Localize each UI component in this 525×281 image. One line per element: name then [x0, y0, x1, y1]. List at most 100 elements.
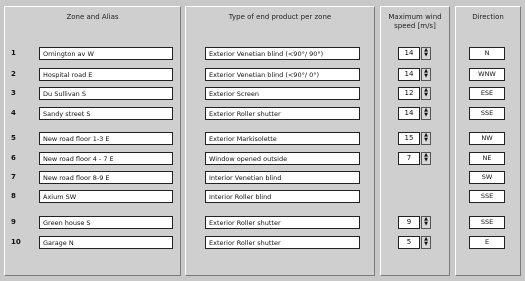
direction-row: SW	[456, 171, 520, 185]
wind-speed-input[interactable]: 14	[398, 68, 420, 81]
up-down-arrows-icon[interactable]: ▲ ▼	[421, 68, 431, 81]
zone-alias-field[interactable]: Green house S	[39, 216, 173, 229]
direction-button[interactable]: SSE	[469, 107, 505, 120]
zone-row: 5 New road floor 1-3 E	[5, 132, 180, 146]
wind-row: 9 ▲ ▼	[381, 216, 449, 230]
zone-row: 10 Garage N	[5, 236, 180, 250]
product-value: Exterior Roller shutter	[209, 110, 281, 118]
product-value: Exterior Screen	[209, 90, 260, 98]
zone-alias-field[interactable]: New road floor 8-9 E	[39, 171, 173, 184]
wind-row: 7 ▲ ▼	[381, 152, 449, 166]
product-value: Exterior Markisolette	[209, 135, 277, 143]
zone-number: 10	[11, 238, 21, 246]
zone-row: 1 Ornington av W	[5, 47, 180, 61]
zone-header: Zone and Alias	[66, 13, 119, 21]
wind-row: 14 ▲ ▼	[381, 47, 449, 61]
zone-alias-field[interactable]: New road floor 4 - 7 E	[39, 152, 173, 165]
direction-row: NE	[456, 152, 520, 166]
zone-alias-field[interactable]: Axium SW	[39, 190, 173, 203]
product-select[interactable]: Exterior Venetian blind (<90°/ 0°) ▼	[205, 68, 360, 81]
direction-row: SSE	[456, 107, 520, 121]
direction-row: SSE	[456, 190, 520, 204]
wind-row: 5 ▲ ▼	[381, 236, 449, 250]
wind-speed-input[interactable]: 14	[398, 47, 420, 60]
product-row: Interior Venetian blind ▼	[186, 171, 374, 185]
product-row: Exterior Roller shutter ▼	[186, 236, 374, 250]
direction-button[interactable]: NE	[469, 152, 505, 165]
direction-row: ESE	[456, 87, 520, 101]
direction-button[interactable]: ESE	[469, 87, 505, 100]
product-row: Exterior Roller shutter ▼	[186, 107, 374, 121]
direction-row: SSE	[456, 216, 520, 230]
direction-button[interactable]: NW	[469, 132, 505, 145]
zone-alias-field[interactable]: Sandy street S	[39, 107, 173, 120]
wind-row: 15 ▲ ▼	[381, 132, 449, 146]
product-select[interactable]: Exterior Markisolette ▼	[205, 132, 360, 145]
up-down-arrows-icon[interactable]: ▲ ▼	[421, 87, 431, 100]
zone-row: 7 New road floor 8-9 E	[5, 171, 180, 185]
product-value: Exterior Roller shutter	[209, 219, 281, 227]
product-select[interactable]: Exterior Roller shutter ▼	[205, 107, 360, 120]
zone-alias-field[interactable]: New road floor 1-3 E	[39, 132, 173, 145]
wind-speed-input[interactable]: 9	[398, 216, 420, 229]
product-select[interactable]: Window opened outside ▼	[205, 152, 360, 165]
up-down-arrows-icon[interactable]: ▲ ▼	[421, 107, 431, 120]
product-header: Type of end product per zone	[228, 13, 332, 21]
zone-alias-field[interactable]: Ornington av W	[39, 47, 173, 60]
product-select[interactable]: Interior Venetian blind ▼	[205, 171, 360, 184]
direction-row: E	[456, 236, 520, 250]
zone-alias-field[interactable]: Du Sullivan S	[39, 87, 173, 100]
zone-row: 3 Du Sullivan S	[5, 87, 180, 101]
direction-button[interactable]: SSE	[469, 216, 505, 229]
zone-alias-field[interactable]: Hospital road E	[39, 68, 173, 81]
wind-speed-input[interactable]: 5	[398, 236, 420, 249]
wind-speed-input[interactable]: 15	[398, 132, 420, 145]
wind-speed-input[interactable]: 12	[398, 87, 420, 100]
up-down-arrows-icon[interactable]: ▲ ▼	[421, 47, 431, 60]
wind-speed-input[interactable]: 14	[398, 107, 420, 120]
zone-alias-field[interactable]: Garage N	[39, 236, 173, 249]
product-value: Interior Roller blind	[209, 193, 272, 201]
direction-button[interactable]: N	[469, 47, 505, 60]
direction-row: N	[456, 47, 520, 61]
zone-number: 9	[11, 218, 16, 226]
zone-row: 2 Hospital road E	[5, 68, 180, 82]
zone-number: 3	[11, 89, 16, 97]
wind-row: 12 ▲ ▼	[381, 87, 449, 101]
product-panel: Type of end product per zone Exterior Ve…	[185, 6, 375, 276]
product-row: Exterior Roller shutter ▼	[186, 216, 374, 230]
zone-row: 4 Sandy street S	[5, 107, 180, 121]
product-select[interactable]: Exterior Roller shutter ▼	[205, 216, 360, 229]
zone-number: 2	[11, 70, 16, 78]
direction-button[interactable]: WNW	[469, 68, 505, 81]
product-select[interactable]: Exterior Roller shutter ▼	[205, 236, 360, 249]
direction-button[interactable]: SSE	[469, 190, 505, 203]
up-down-arrows-icon[interactable]: ▲ ▼	[421, 152, 431, 165]
zone-number: 7	[11, 173, 16, 181]
product-row: Exterior Venetian blind (<90°/ 90°) ▼	[186, 47, 374, 61]
zone-number: 6	[11, 154, 16, 162]
zone-panel: Zone and Alias 1 Ornington av W 2 Hospit…	[4, 6, 181, 276]
zone-number: 5	[11, 134, 16, 142]
wind-header-line1: Maximum wind	[388, 13, 442, 21]
up-down-arrows-icon[interactable]: ▲ ▼	[421, 132, 431, 145]
zone-row: 8 Axium SW	[5, 190, 180, 204]
wind-panel: Maximum wind speed [m/s] 14 ▲ ▼ 14 ▲ ▼ 12 …	[380, 6, 450, 276]
product-select[interactable]: Exterior Venetian blind (<90°/ 90°) ▼	[205, 47, 360, 60]
wind-speed-input[interactable]: 7	[398, 152, 420, 165]
wind-header-line2: speed [m/s]	[394, 22, 436, 30]
direction-header: Direction	[472, 13, 504, 21]
product-select[interactable]: Exterior Screen ▼	[205, 87, 360, 100]
product-row: Exterior Screen ▼	[186, 87, 374, 101]
zone-number: 8	[11, 192, 16, 200]
zone-row: 9 Green house S	[5, 216, 180, 230]
direction-button[interactable]: SW	[469, 171, 505, 184]
zone-row: 6 New road floor 4 - 7 E	[5, 152, 180, 166]
direction-button[interactable]: E	[469, 236, 505, 249]
up-down-arrows-icon[interactable]: ▲ ▼	[421, 236, 431, 249]
direction-row: WNW	[456, 68, 520, 82]
product-value: Window opened outside	[209, 155, 288, 163]
product-select[interactable]: Interior Roller blind ▼	[205, 190, 360, 203]
up-down-arrows-icon[interactable]: ▲ ▼	[421, 216, 431, 229]
product-value: Exterior Roller shutter	[209, 239, 281, 247]
